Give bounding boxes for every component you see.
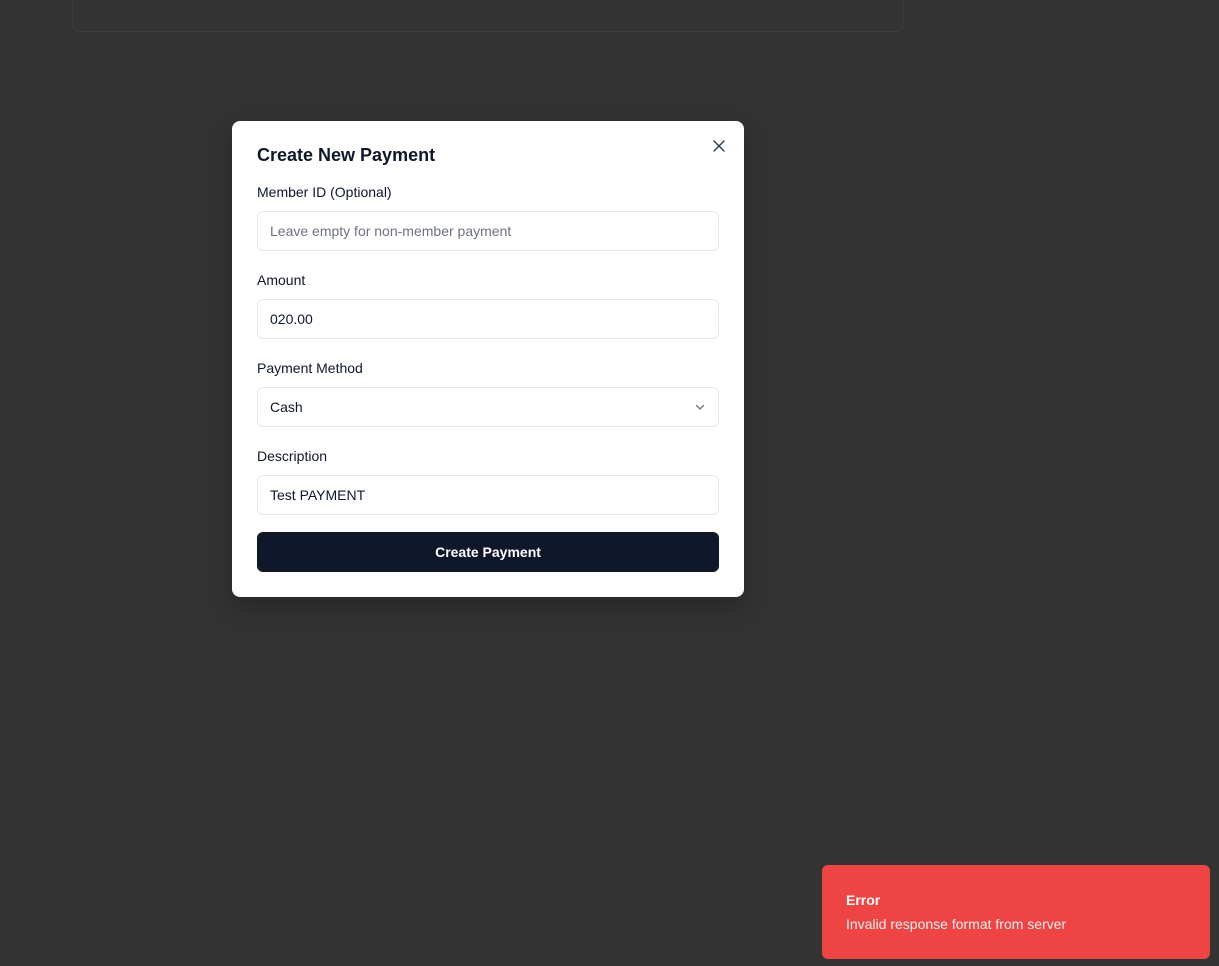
member-id-label: Member ID (Optional) xyxy=(257,184,392,200)
close-icon xyxy=(713,140,725,152)
member-id-input[interactable] xyxy=(257,211,719,251)
chevron-down-icon xyxy=(695,404,705,410)
create-payment-dialog: Create New Payment Member ID (Optional) … xyxy=(232,121,744,597)
description-label: Description xyxy=(257,448,328,464)
payment-method-label: Payment Method xyxy=(257,360,363,376)
amount-label: Amount xyxy=(257,272,306,288)
create-payment-button[interactable]: Create Payment xyxy=(257,532,719,572)
amount-field-group: Amount xyxy=(257,270,719,339)
amount-input[interactable] xyxy=(257,299,719,339)
error-toast[interactable]: Error Invalid response format from serve… xyxy=(822,865,1210,959)
description-input[interactable] xyxy=(257,475,719,515)
description-field-group: Description xyxy=(257,446,719,515)
close-button[interactable] xyxy=(710,137,728,155)
payment-method-field-group: Payment Method Cash xyxy=(257,358,719,427)
payment-method-selected-value: Cash xyxy=(270,399,303,415)
toast-message: Invalid response format from server xyxy=(846,916,1067,932)
member-id-field-group: Member ID (Optional) xyxy=(257,182,719,251)
dialog-title: Create New Payment xyxy=(257,145,436,165)
payment-method-select[interactable]: Cash xyxy=(257,387,719,427)
toast-title: Error xyxy=(846,892,881,908)
